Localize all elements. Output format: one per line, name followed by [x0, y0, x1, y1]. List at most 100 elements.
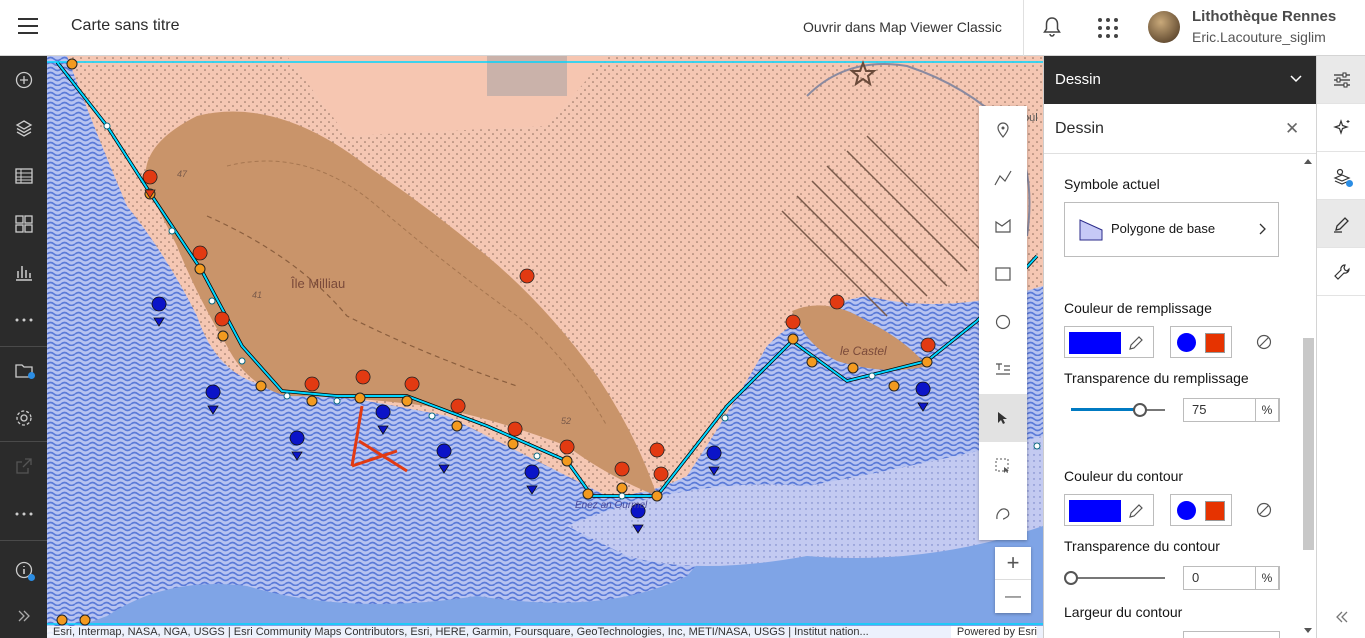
- zoom-out-button[interactable]: —: [995, 580, 1031, 613]
- elevation-label: 41: [252, 290, 263, 300]
- symbol-selector[interactable]: Polygone de base: [1064, 202, 1279, 257]
- draw-toolbar: [979, 106, 1027, 540]
- styles-button[interactable]: [1317, 152, 1365, 200]
- draw-polyline-button[interactable]: [979, 154, 1027, 202]
- circle-icon: [995, 314, 1011, 330]
- fill-transparency-label: Transparence du remplissage: [1064, 370, 1249, 386]
- preset-color-red[interactable]: [1205, 501, 1225, 521]
- collapse-icon[interactable]: [1335, 611, 1349, 623]
- more-button[interactable]: [0, 298, 47, 342]
- outline-width-label: Largeur du contour: [1064, 604, 1183, 620]
- settings-button[interactable]: [0, 396, 47, 440]
- tools-button[interactable]: [1317, 248, 1365, 296]
- notification-dot: [28, 372, 35, 379]
- rectangle-select-button[interactable]: [979, 442, 1027, 490]
- sketch-icon: [1333, 216, 1349, 233]
- panel-header[interactable]: Dessin: [1044, 56, 1317, 104]
- polyline-icon: [994, 170, 1012, 186]
- zoom-in-button[interactable]: +: [995, 547, 1031, 580]
- basemap-icon: [14, 215, 33, 233]
- attribution-text: Esri, Intermap, NASA, NGA, USGS | Esri C…: [53, 626, 869, 638]
- user-name[interactable]: Lithothèque Rennes: [1192, 8, 1336, 25]
- scroll-down-icon[interactable]: [1304, 628, 1312, 634]
- more-icon: [15, 318, 32, 322]
- chevron-down-icon[interactable]: [1289, 71, 1303, 85]
- user-login[interactable]: Eric.Lacouture_siglim: [1192, 29, 1326, 45]
- tables-button[interactable]: [0, 154, 47, 198]
- layers-button[interactable]: [0, 106, 47, 150]
- draw-circle-button[interactable]: [979, 298, 1027, 346]
- header-divider: [1023, 0, 1024, 56]
- left-toolbar: [0, 56, 47, 638]
- map-canvas[interactable]: [47, 56, 1043, 638]
- freehand-button[interactable]: [979, 490, 1027, 538]
- polygon-symbol-icon: [1079, 219, 1103, 241]
- scroll-up-icon[interactable]: [1304, 158, 1312, 164]
- outline-transparency-slider[interactable]: [1064, 571, 1165, 585]
- powered-by-esri[interactable]: Powered by Esri: [950, 626, 1037, 638]
- outline-transparency-value: 0: [1192, 570, 1200, 585]
- properties-button[interactable]: [1317, 56, 1365, 104]
- app-header: Carte sans titre Ouvrir dans Map Viewer …: [0, 0, 1365, 56]
- scrollbar-thumb[interactable]: [1303, 338, 1314, 550]
- more-button-2[interactable]: [0, 492, 47, 536]
- percent-unit: %: [1255, 398, 1279, 422]
- preset-color-blue[interactable]: [1177, 501, 1196, 520]
- fill-transparency-input[interactable]: 75 %: [1183, 398, 1280, 422]
- panel-header-title: Dessin: [1055, 71, 1101, 88]
- table-icon: [14, 168, 33, 184]
- no-color-icon[interactable]: [1256, 334, 1272, 350]
- charts-button[interactable]: [0, 250, 47, 294]
- expand-toolbar-button[interactable]: [0, 594, 47, 638]
- no-color-icon[interactable]: [1256, 502, 1272, 518]
- slider-fill: [1071, 408, 1139, 411]
- sketch-button[interactable]: [1317, 200, 1365, 248]
- preset-color-red[interactable]: [1205, 333, 1225, 353]
- slider-handle[interactable]: [1064, 571, 1078, 585]
- lasso-select-icon: [995, 458, 1009, 473]
- info-button[interactable]: [0, 548, 47, 592]
- bell-icon[interactable]: [1042, 16, 1062, 38]
- label-enez-an-ourmel: Enez an Ourmel: [575, 500, 648, 511]
- symbol-name: Polygone de base: [1111, 221, 1216, 236]
- menu-icon[interactable]: [18, 18, 38, 36]
- fill-preset-colors[interactable]: [1170, 326, 1232, 358]
- draw-point-button[interactable]: [979, 106, 1027, 154]
- panel-title: Dessin: [1055, 120, 1104, 137]
- open-classic-link[interactable]: Ouvrir dans Map Viewer Classic: [803, 19, 1002, 35]
- avatar[interactable]: [1148, 11, 1180, 43]
- layers-icon: [15, 120, 32, 137]
- map-properties-button[interactable]: [0, 348, 47, 392]
- map-title[interactable]: Carte sans titre: [71, 17, 179, 35]
- effects-button[interactable]: [1317, 104, 1365, 152]
- outline-color-picker[interactable]: [1064, 494, 1154, 526]
- draw-polygon-button[interactable]: [979, 202, 1027, 250]
- preset-color-blue[interactable]: [1177, 333, 1196, 352]
- rectangle-icon: [995, 267, 1011, 281]
- outline-preset-colors[interactable]: [1170, 494, 1232, 526]
- slider-handle[interactable]: [1133, 403, 1147, 417]
- elevation-label: 47: [177, 169, 188, 179]
- draw-text-button[interactable]: [979, 346, 1027, 394]
- expand-icon: [18, 610, 30, 622]
- basemap-button[interactable]: [0, 202, 47, 246]
- select-button[interactable]: [979, 394, 1027, 442]
- close-icon[interactable]: ✕: [1285, 119, 1299, 139]
- zoom-control: + —: [995, 547, 1031, 613]
- add-layer-button[interactable]: [0, 58, 47, 102]
- fill-color-picker[interactable]: [1064, 326, 1154, 358]
- panel-scrollbar[interactable]: [1300, 154, 1317, 638]
- apps-grid-icon[interactable]: [1097, 17, 1119, 39]
- outline-transparency-input[interactable]: 0 %: [1183, 566, 1280, 590]
- map-attribution[interactable]: Esri, Intermap, NASA, NGA, USGS | Esri C…: [47, 626, 1043, 638]
- slider-track: [1071, 577, 1165, 579]
- draw-rectangle-button[interactable]: [979, 250, 1027, 298]
- fill-transparency-slider[interactable]: [1071, 403, 1171, 417]
- pencil-icon: [1129, 504, 1143, 518]
- outline-width-input[interactable]: [1183, 631, 1280, 638]
- pencil-icon: [1129, 336, 1143, 350]
- sketch-panel: Dessin Dessin ✕ Symbole actuel Polygone …: [1043, 56, 1317, 638]
- freehand-icon: [996, 508, 1010, 520]
- panel-subheader: Dessin ✕: [1044, 104, 1317, 154]
- map-view[interactable]: Île Milliau le Castel Enez an Ourmel 47 …: [47, 56, 1043, 638]
